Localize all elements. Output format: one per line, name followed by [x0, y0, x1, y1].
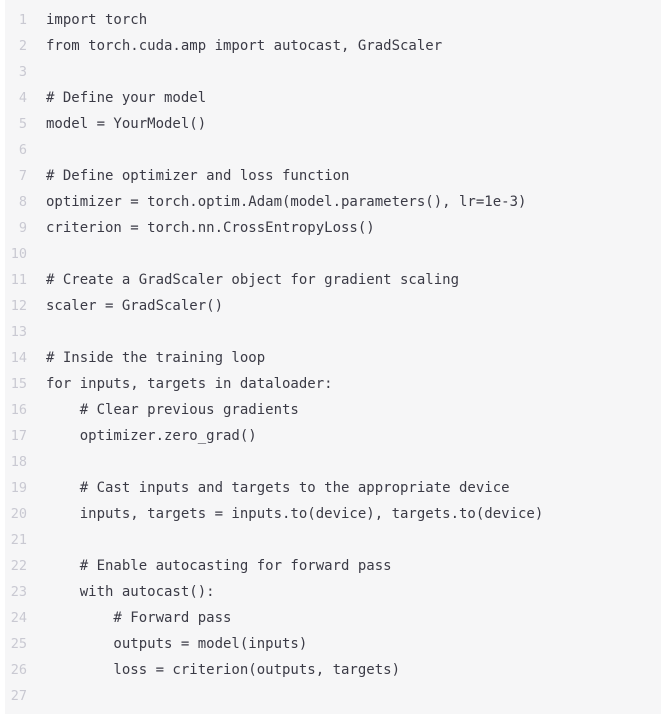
- code-line-text[interactable]: loss = criterion(outputs, targets): [46, 657, 400, 683]
- code-line-text[interactable]: # Forward pass: [46, 605, 231, 631]
- code-line[interactable]: 20 inputs, targets = inputs.to(device), …: [5, 501, 661, 527]
- code-line[interactable]: 17 optimizer.zero_grad(): [5, 423, 661, 449]
- code-line-text[interactable]: for inputs, targets in dataloader:: [46, 371, 333, 397]
- line-number: 16: [10, 402, 27, 418]
- code-line-text[interactable]: model = YourModel(): [46, 111, 206, 137]
- code-line[interactable]: 14 # Inside the training loop: [5, 345, 661, 371]
- line-number: 5: [18, 116, 27, 132]
- line-number: 20: [10, 506, 27, 522]
- code-line[interactable]: 13: [5, 319, 661, 345]
- code-line-text[interactable]: inputs, targets = inputs.to(device), tar…: [46, 501, 544, 527]
- line-number: 2: [18, 38, 27, 54]
- code-line-text[interactable]: from torch.cuda.amp import autocast, Gra…: [46, 33, 442, 59]
- line-number: 12: [10, 298, 27, 314]
- code-lines-container: 1 import torch 2 from torch.cuda.amp import…: [5, 7, 661, 709]
- code-line-text[interactable]: # Create a GradScaler object for gradien…: [46, 267, 459, 293]
- code-line[interactable]: 12 scaler = GradScaler(): [5, 293, 661, 319]
- code-line-text[interactable]: optimizer = torch.optim.Adam(model.param…: [46, 189, 526, 215]
- line-number: 23: [10, 584, 27, 600]
- line-number: 11: [10, 272, 27, 288]
- code-line-text[interactable]: with autocast():: [46, 579, 215, 605]
- line-number: 25: [10, 636, 27, 652]
- code-line-text[interactable]: # Cast inputs and targets to the appropr…: [46, 475, 510, 501]
- code-block[interactable]: 1 import torch 2 from torch.cuda.amp import…: [0, 0, 661, 714]
- code-line[interactable]: 24 # Forward pass: [5, 605, 661, 631]
- line-number: 24: [10, 610, 27, 626]
- code-line-text[interactable]: outputs = model(inputs): [46, 631, 307, 657]
- code-line[interactable]: 10: [5, 241, 661, 267]
- line-number: 10: [10, 246, 27, 262]
- code-line[interactable]: 4 # Define your model: [5, 85, 661, 111]
- line-number: 22: [10, 558, 27, 574]
- code-line-text[interactable]: # Define optimizer and loss function: [46, 163, 349, 189]
- line-number: 13: [10, 324, 27, 340]
- line-number: 3: [18, 64, 27, 80]
- code-line[interactable]: 15 for inputs, targets in dataloader:: [5, 371, 661, 397]
- code-line[interactable]: 18: [5, 449, 661, 475]
- code-line[interactable]: 3: [5, 59, 661, 85]
- line-number: 18: [10, 454, 27, 470]
- code-line[interactable]: 9 criterion = torch.nn.CrossEntropyLoss(): [5, 215, 661, 241]
- line-number: 15: [10, 376, 27, 392]
- code-line[interactable]: 8 optimizer = torch.optim.Adam(model.para…: [5, 189, 661, 215]
- line-number: 6: [18, 142, 27, 158]
- code-line-text[interactable]: # Inside the training loop: [46, 345, 265, 371]
- code-line[interactable]: 6: [5, 137, 661, 163]
- line-number: 14: [10, 350, 27, 366]
- line-number: 26: [10, 662, 27, 678]
- code-line[interactable]: 7 # Define optimizer and loss function: [5, 163, 661, 189]
- code-line[interactable]: 16 # Clear previous gradients: [5, 397, 661, 423]
- code-line[interactable]: 19 # Cast inputs and targets to the appr…: [5, 475, 661, 501]
- code-line-text[interactable]: optimizer.zero_grad(): [46, 423, 257, 449]
- line-number: 1: [18, 12, 27, 28]
- line-number: 9: [18, 220, 27, 236]
- code-line-text[interactable]: # Define your model: [46, 85, 206, 111]
- code-line[interactable]: 11 # Create a GradScaler object for gradi…: [5, 267, 661, 293]
- code-line[interactable]: 23 with autocast():: [5, 579, 661, 605]
- code-line-text[interactable]: import torch: [46, 7, 147, 33]
- line-number: 21: [10, 532, 27, 548]
- code-line-text[interactable]: criterion = torch.nn.CrossEntropyLoss(): [46, 215, 375, 241]
- code-line-text[interactable]: scaler = GradScaler(): [46, 293, 223, 319]
- line-number: 27: [10, 688, 27, 704]
- code-line[interactable]: 21: [5, 527, 661, 553]
- code-line-text[interactable]: # Enable autocasting for forward pass: [46, 553, 392, 579]
- line-number: 4: [18, 90, 27, 106]
- line-number: 19: [10, 480, 27, 496]
- code-line[interactable]: 25 outputs = model(inputs): [5, 631, 661, 657]
- line-number: 7: [18, 168, 27, 184]
- code-line[interactable]: 26 loss = criterion(outputs, targets): [5, 657, 661, 683]
- code-line[interactable]: 22 # Enable autocasting for forward pass: [5, 553, 661, 579]
- line-number: 8: [18, 194, 27, 210]
- code-line[interactable]: 2 from torch.cuda.amp import autocast, Gr…: [5, 33, 661, 59]
- code-line[interactable]: 5 model = YourModel(): [5, 111, 661, 137]
- code-line-text[interactable]: # Clear previous gradients: [46, 397, 299, 423]
- code-line[interactable]: 1 import torch: [5, 7, 661, 33]
- line-number: 17: [10, 428, 27, 444]
- code-line[interactable]: 27: [5, 683, 661, 709]
